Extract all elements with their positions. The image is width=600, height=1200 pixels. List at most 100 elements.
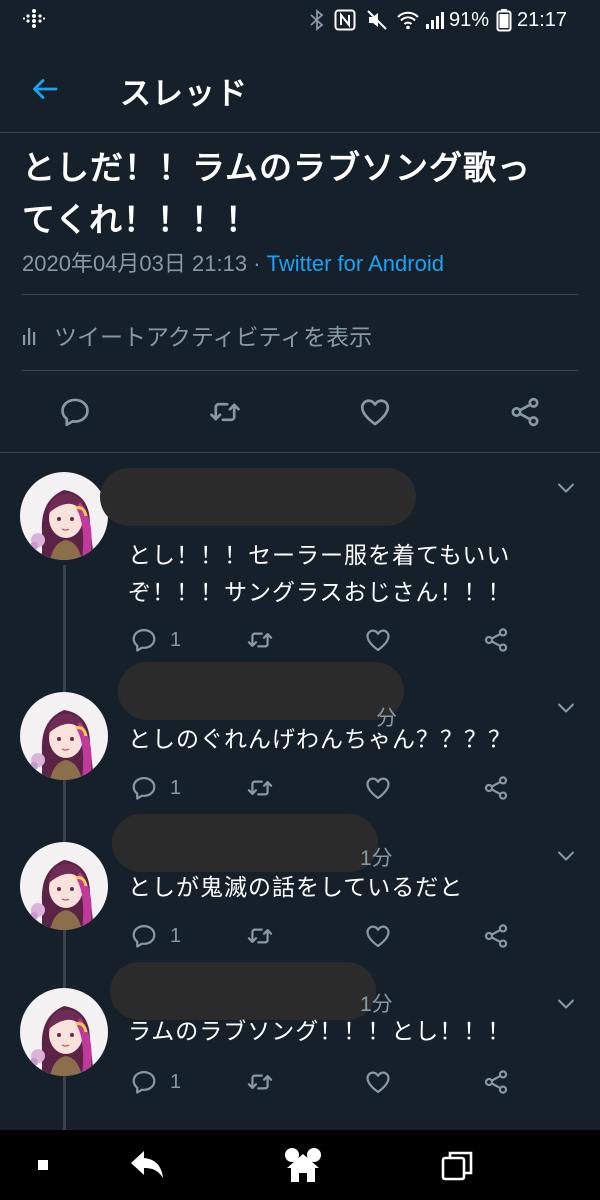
retweet-button[interactable] <box>246 624 274 656</box>
avatar[interactable] <box>20 988 108 1076</box>
like-icon <box>364 626 392 654</box>
tweet-text-line: としだ！！ラムのラブソング歌っ <box>22 148 532 187</box>
meta-divider <box>22 294 578 295</box>
like-icon <box>364 774 392 802</box>
reply-text-line: としが鬼滅の話をしているだと <box>128 875 464 901</box>
retweet-button[interactable] <box>246 772 274 804</box>
mute-icon <box>366 0 388 40</box>
reply-icon <box>130 626 158 654</box>
retweet-icon <box>208 395 242 429</box>
reply-button[interactable]: 1 <box>130 1066 181 1098</box>
like-icon <box>364 922 392 950</box>
avatar[interactable] <box>20 472 108 560</box>
clock: 21:17 <box>517 8 568 31</box>
bluetooth-icon <box>308 0 326 40</box>
chevron-down-icon <box>554 476 578 500</box>
nav-dot-button[interactable] <box>26 1130 60 1200</box>
like-icon <box>358 395 392 429</box>
like-button[interactable] <box>364 772 392 804</box>
avatar[interactable] <box>20 692 108 780</box>
reply-tweet[interactable]: 分 としのぐれんげわんちゃん？？？？ 1 <box>0 662 600 820</box>
reply-icon <box>130 922 158 950</box>
tweet-menu-button[interactable] <box>552 842 580 870</box>
reply-count: 1 <box>170 924 182 947</box>
share-icon <box>482 1068 510 1096</box>
nav-home-button[interactable] <box>276 1130 330 1200</box>
reply-text: としが鬼滅の話をしているだと <box>128 870 578 907</box>
back-button[interactable] <box>22 66 68 112</box>
back-icon <box>131 1151 163 1178</box>
recents-icon <box>441 1151 473 1181</box>
fitbit-dots-icon <box>22 0 46 40</box>
reply-button[interactable] <box>55 392 95 432</box>
tweet-text-line: てくれ！！！！ <box>22 200 260 239</box>
actions-divider <box>0 452 600 453</box>
retweet-button[interactable] <box>205 392 245 432</box>
chevron-down-icon <box>554 992 578 1016</box>
like-button[interactable] <box>364 920 392 952</box>
share-button[interactable] <box>505 392 545 432</box>
wifi-icon <box>396 0 420 40</box>
reply-button[interactable]: 1 <box>130 920 181 952</box>
reply-text-line: とし！！！セーラー服を着てもいい <box>128 543 511 569</box>
share-button[interactable] <box>482 1066 510 1098</box>
redacted-username <box>100 468 416 526</box>
like-button[interactable] <box>364 624 392 656</box>
activity-divider <box>22 370 578 371</box>
reply-icon <box>130 1068 158 1096</box>
redacted-username <box>110 962 376 1020</box>
reply-button[interactable]: 1 <box>130 772 181 804</box>
tweet-handle-fragment: 1分 <box>360 847 393 870</box>
reply-text-line: ラムのラブソング！！！とし！！！ <box>128 1019 512 1045</box>
tweet-menu-button[interactable] <box>552 694 580 722</box>
header-divider <box>0 132 600 133</box>
reply-count: 1 <box>170 628 182 651</box>
chevron-down-icon <box>554 696 578 720</box>
chevron-down-icon <box>554 844 578 868</box>
reply-text-line: ぞ！！！サングラスおじさん！！！ <box>128 580 512 606</box>
battery-percent: 91% <box>449 8 490 31</box>
redacted-username <box>112 814 378 872</box>
reply-tweet[interactable]: 1分 ラムのラブソング！！！とし！！！ 1 <box>0 962 600 1128</box>
reply-text: ラムのラブソング！！！とし！！！ <box>128 1014 578 1051</box>
reply-tweet[interactable]: 1分 としが鬼滅の話をしているだと 1 <box>0 814 600 968</box>
share-icon <box>482 922 510 950</box>
tweet-activity-label: ツイートアクティビティを表示 <box>54 325 373 351</box>
tweet-activity-link[interactable]: ツイートアクティビティを表示 <box>22 318 372 352</box>
status-bar: 91% 21:17 <box>0 0 600 40</box>
nav-back-button[interactable] <box>120 1130 174 1200</box>
retweet-icon <box>246 922 274 950</box>
system-nav-bar <box>0 1130 600 1200</box>
reply-text: としのぐれんげわんちゃん？？？？ <box>128 722 578 759</box>
share-button[interactable] <box>482 772 510 804</box>
tweet-menu-button[interactable] <box>552 474 580 502</box>
tweet-text: としだ！！ラムのラブソング歌っ てくれ！！！！ <box>22 142 582 246</box>
retweet-button[interactable] <box>246 1066 274 1098</box>
nav-recents-button[interactable] <box>430 1130 484 1200</box>
share-icon <box>508 395 542 429</box>
reply-count: 1 <box>170 776 182 799</box>
reply-icon <box>58 395 92 429</box>
share-button[interactable] <box>482 624 510 656</box>
reply-tweet[interactable]: とし！！！セーラー服を着てもいい ぞ！！！サングラスおじさん！！！ 1 <box>0 462 600 670</box>
tweet-date: 2020年04月03日 21:13 <box>22 251 248 276</box>
page-title: スレッド <box>120 76 248 112</box>
home-dot-icon <box>38 1160 48 1170</box>
tweet-source-link[interactable]: Twitter for Android <box>267 251 444 276</box>
like-button[interactable] <box>364 1066 392 1098</box>
reply-button[interactable]: 1 <box>130 624 181 656</box>
bar-chart-icon <box>23 328 36 345</box>
share-button[interactable] <box>482 920 510 952</box>
retweet-icon <box>246 626 274 654</box>
avatar[interactable] <box>20 842 108 930</box>
meta-separator: · <box>253 251 261 276</box>
reply-text-line: としのぐれんげわんちゃん？？？？ <box>128 727 512 753</box>
retweet-icon <box>246 774 274 802</box>
retweet-button[interactable] <box>246 920 274 952</box>
reply-text: とし！！！セーラー服を着てもいい ぞ！！！サングラスおじさん！！！ <box>128 538 578 612</box>
tweet-metadata: 2020年04月03日 21:13 · Twitter for Android <box>22 246 444 278</box>
nfc-icon <box>334 0 356 40</box>
redacted-username <box>118 662 404 720</box>
like-button[interactable] <box>355 392 395 432</box>
mickey-home-icon <box>285 1148 321 1182</box>
